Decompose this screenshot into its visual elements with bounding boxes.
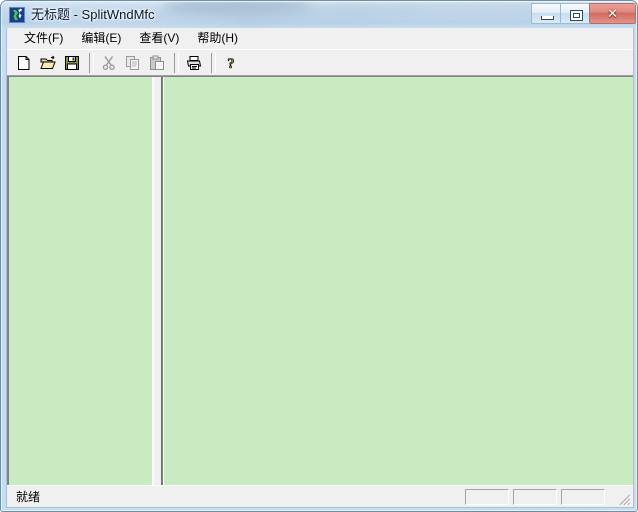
app-icon[interactable] — [9, 7, 25, 23]
save-button[interactable] — [61, 52, 84, 74]
status-bar: 就绪 — [7, 485, 633, 507]
window-controls: ✕ — [531, 3, 636, 24]
resize-grip[interactable] — [616, 491, 632, 507]
svg-text:?: ? — [227, 56, 235, 71]
status-message: 就绪 — [16, 490, 41, 504]
print-button[interactable] — [183, 52, 206, 74]
cut-button[interactable] — [98, 52, 121, 74]
menu-edit[interactable]: 编辑(E) — [72, 29, 130, 48]
copy-button[interactable] — [122, 52, 145, 74]
close-button[interactable]: ✕ — [589, 3, 636, 24]
menu-bar: 文件(F) 编辑(E) 查看(V) 帮助(H) — [7, 28, 633, 48]
client-area: 文件(F) 编辑(E) 查看(V) 帮助(H) ? 就绪 — [6, 28, 634, 508]
toolbar-separator — [89, 53, 94, 73]
split-view-container — [7, 76, 633, 485]
open-file-button[interactable] — [37, 52, 60, 74]
paste-button[interactable] — [146, 52, 169, 74]
aero-glass-blur — [122, 14, 382, 26]
toolbar-separator — [211, 53, 216, 73]
help-button[interactable]: ? — [220, 52, 243, 74]
menu-view[interactable]: 查看(V) — [130, 29, 188, 48]
status-pane-2 — [513, 489, 557, 505]
left-view-pane[interactable] — [9, 77, 153, 485]
menu-help[interactable]: 帮助(H) — [188, 29, 247, 48]
aero-glass-blur — [162, 2, 312, 16]
status-pane-3 — [561, 489, 605, 505]
maximize-icon — [570, 10, 583, 21]
application-window: 无标题 - SplitWndMfc ✕ 文件(F) 编辑(E) 查看(V) 帮助… — [0, 0, 638, 512]
minimize-icon — [541, 16, 554, 20]
toolbar-separator — [174, 53, 179, 73]
minimize-button[interactable] — [531, 3, 560, 24]
maximize-button[interactable] — [560, 3, 589, 24]
status-pane-1 — [465, 489, 509, 505]
aero-glass-blur — [302, 3, 422, 13]
menu-file[interactable]: 文件(F) — [15, 29, 72, 48]
right-view-pane[interactable] — [163, 77, 633, 485]
toolbar: ? — [7, 49, 633, 76]
close-icon: ✕ — [607, 6, 618, 21]
vertical-splitter[interactable] — [153, 77, 162, 485]
new-document-button[interactable] — [13, 52, 36, 74]
title-bar[interactable]: 无标题 - SplitWndMfc ✕ — [2, 2, 637, 28]
window-title: 无标题 - SplitWndMfc — [31, 7, 155, 22]
